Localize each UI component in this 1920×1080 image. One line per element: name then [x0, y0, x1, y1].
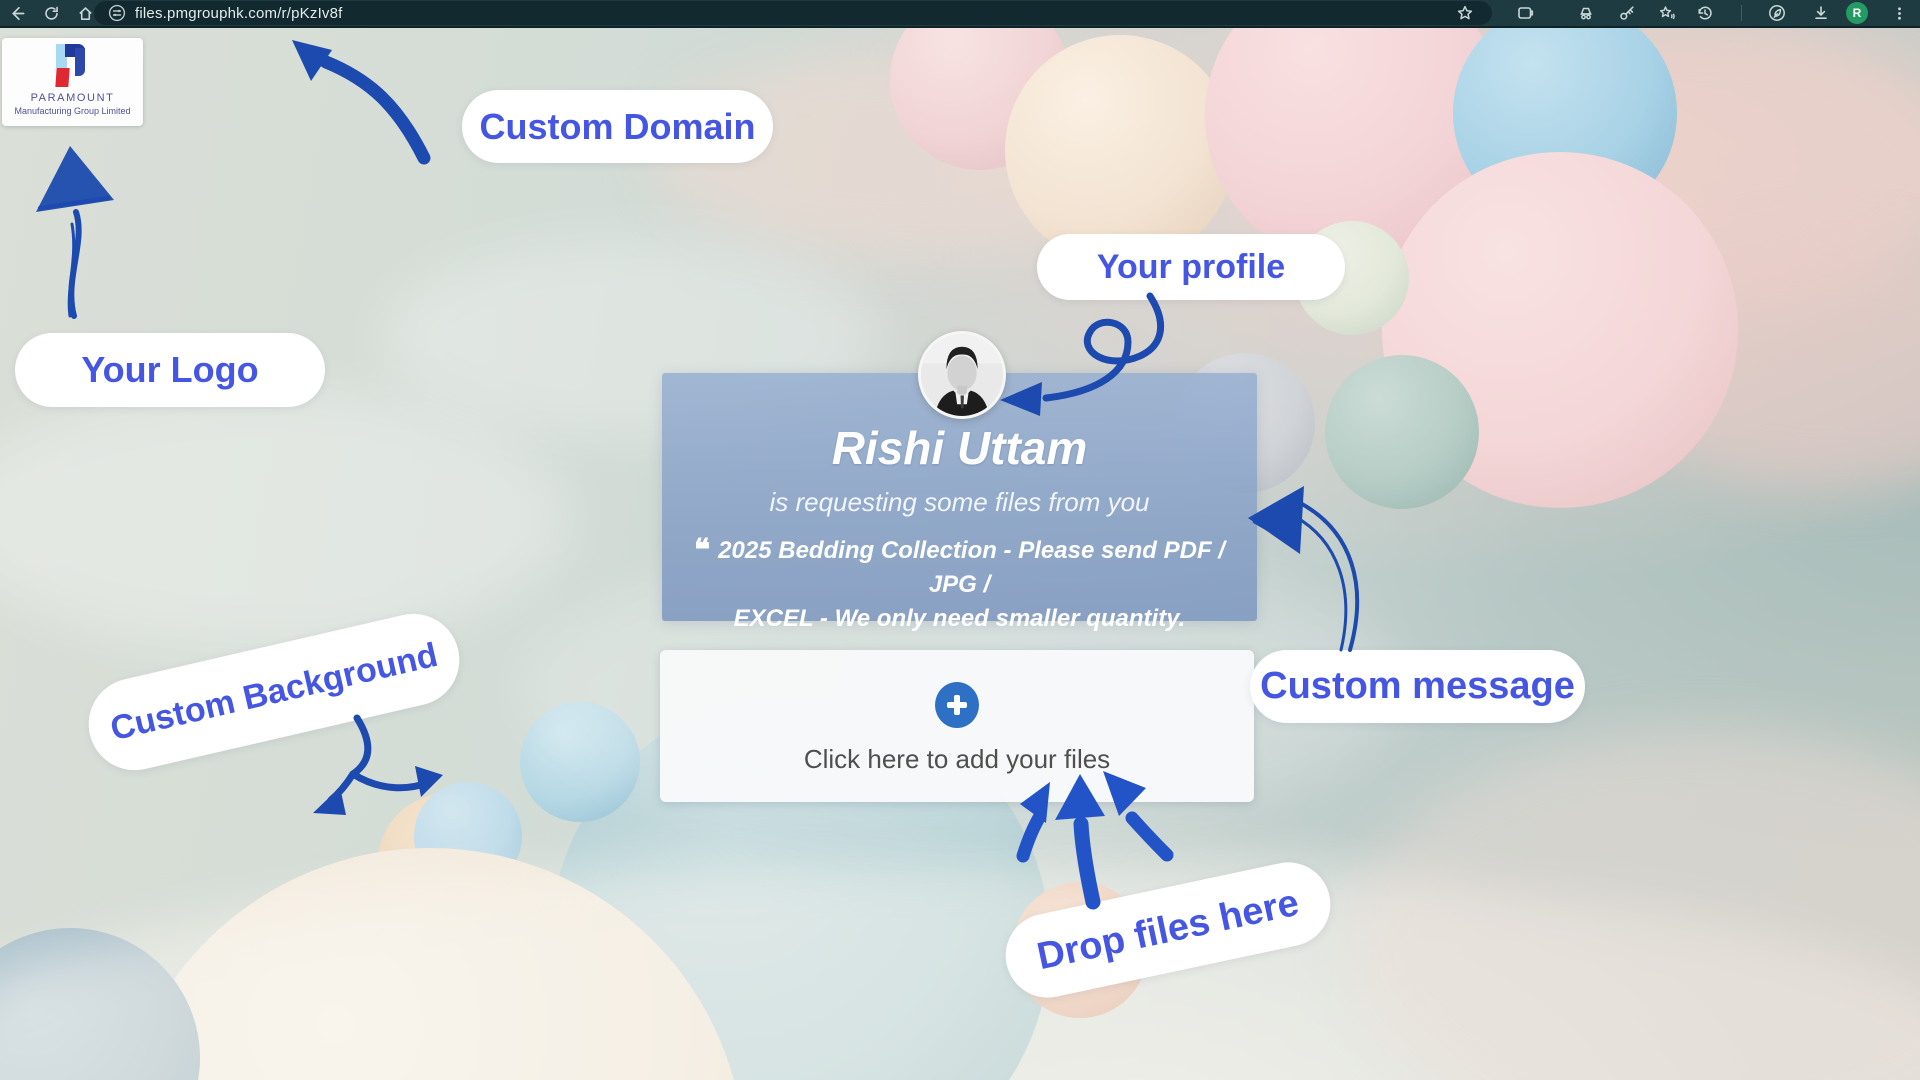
annotation-your-profile: Your profile [1037, 234, 1345, 300]
requester-name: Rishi Uttam [662, 421, 1257, 475]
company-logo-tagline: Manufacturing Group Limited [2, 106, 143, 116]
bookmark-star-icon[interactable] [1456, 4, 1474, 22]
url-text[interactable]: files.pmgrouphk.com/r/pKzIv8f [135, 5, 1456, 22]
toolbar-divider [1741, 5, 1742, 21]
custom-message-text: ❝2025 Bedding Collection - Please send P… [662, 534, 1257, 636]
site-info-icon[interactable] [108, 4, 126, 22]
company-logo-name: PARAMOUNT [2, 92, 143, 104]
request-subtitle: is requesting some files from you [662, 487, 1257, 518]
page-viewport: PARAMOUNT Manufacturing Group Limited Ri… [0, 28, 1920, 1080]
menu-kebab-icon[interactable] [1890, 4, 1908, 22]
downloads-icon[interactable] [1812, 4, 1830, 22]
browser-toolbar: files.pmgrouphk.com/r/pKzIv8f R [0, 0, 1920, 28]
drop-files-arrow [1132, 818, 1167, 855]
company-logo-mark-icon [56, 44, 90, 90]
custom-background-arrow [353, 718, 368, 774]
file-dropzone[interactable]: Click here to add your files [660, 650, 1254, 802]
annotation-custom-domain: Custom Domain [462, 90, 773, 163]
password-key-icon[interactable] [1618, 4, 1636, 22]
back-icon[interactable] [8, 4, 26, 22]
custom-domain-arrow [326, 62, 424, 158]
address-bar[interactable]: files.pmgrouphk.com/r/pKzIv8f [94, 1, 1492, 25]
company-logo: PARAMOUNT Manufacturing Group Limited [2, 38, 143, 126]
dropzone-label: Click here to add your files [804, 744, 1110, 775]
background-sphere [1005, 35, 1235, 265]
background-cloud [0, 388, 570, 648]
home-icon[interactable] [76, 4, 94, 22]
annotation-your-logo: Your Logo [15, 333, 325, 407]
starred-sparkle-icon[interactable] [1658, 4, 1676, 22]
quote-icon: ❝ [694, 534, 710, 567]
your-logo-arrow [71, 212, 78, 316]
side-panel-icon[interactable] [1516, 4, 1534, 22]
extension-cart-icon[interactable] [1577, 4, 1595, 22]
add-files-plus-icon[interactable] [935, 682, 979, 728]
profile-avatar-photo [918, 331, 1006, 419]
reload-icon[interactable] [42, 4, 60, 22]
annotation-custom-message: Custom message [1250, 650, 1585, 723]
browser-profile-avatar[interactable]: R [1846, 2, 1868, 24]
background-sphere [1325, 355, 1479, 509]
history-icon[interactable] [1696, 4, 1714, 22]
performance-leaf-icon[interactable] [1768, 4, 1786, 22]
background-cloud [1350, 728, 1920, 1080]
